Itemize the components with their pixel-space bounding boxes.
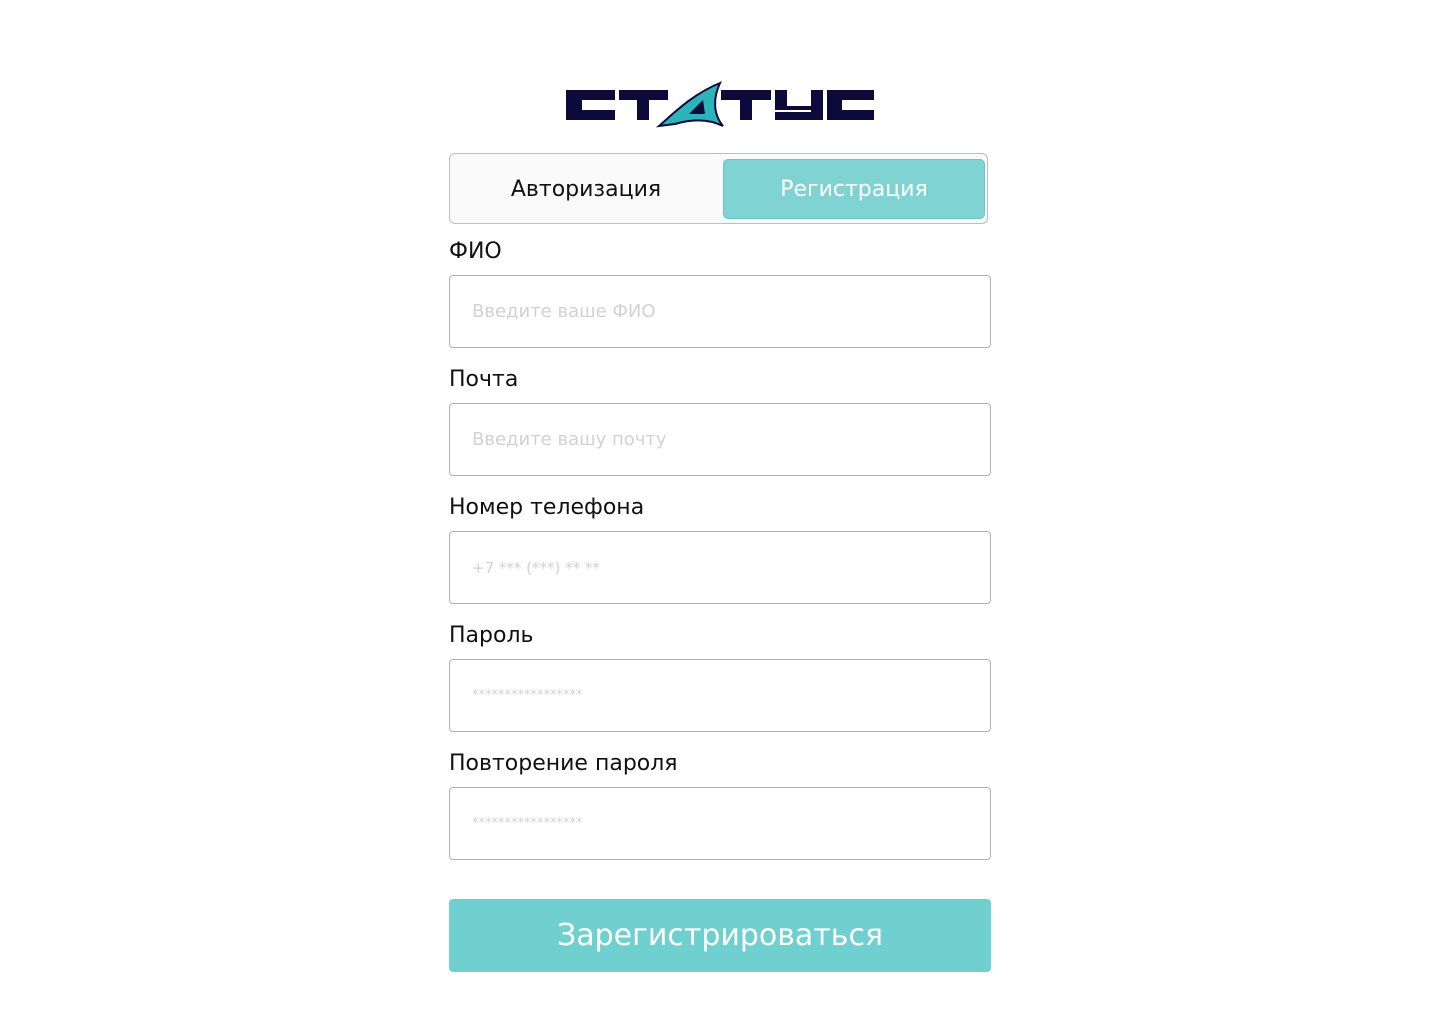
password-repeat-input[interactable]	[449, 787, 991, 860]
email-input[interactable]	[449, 403, 991, 476]
logo-graphic	[566, 81, 874, 128]
tab-register[interactable]: Регистрация	[723, 159, 985, 219]
password-input[interactable]	[449, 659, 991, 732]
full-name-input[interactable]	[449, 275, 991, 348]
registration-page: Авторизация Регистрация ФИО Почта Номер …	[0, 0, 1440, 1024]
password-repeat-label: Повторение пароля	[449, 751, 678, 776]
brand-logo	[565, 80, 875, 130]
auth-tabs: Авторизация Регистрация	[449, 153, 988, 224]
full-name-label: ФИО	[449, 239, 502, 264]
tab-login[interactable]: Авторизация	[455, 159, 717, 219]
phone-label: Номер телефона	[449, 495, 645, 520]
email-label: Почта	[449, 367, 519, 392]
password-label: Пароль	[449, 623, 534, 648]
phone-input[interactable]	[449, 531, 991, 604]
register-button[interactable]: Зарегистрироваться	[449, 899, 991, 972]
